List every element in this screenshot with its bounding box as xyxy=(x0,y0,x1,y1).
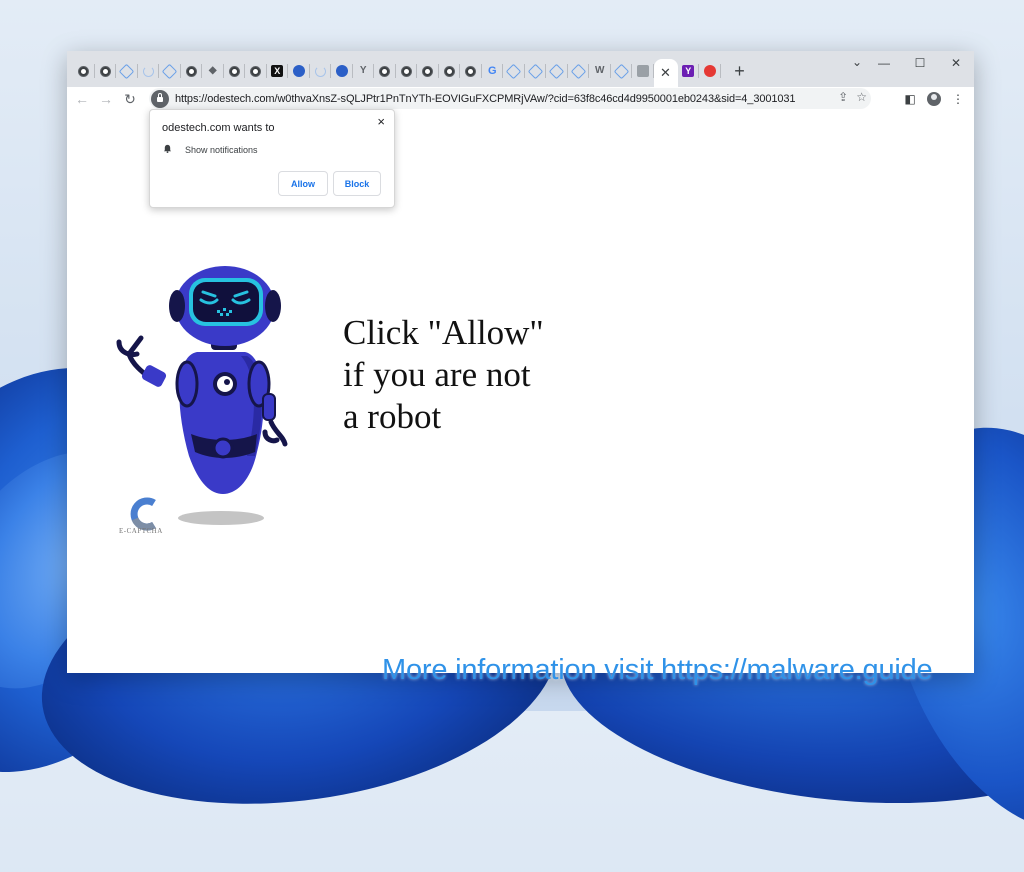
browser-tab[interactable] xyxy=(224,59,246,83)
address-bar[interactable]: https://odestech.com/w0thvaXnsZ-sQLJPtr1… xyxy=(149,88,871,109)
profile-avatar[interactable] xyxy=(926,91,942,107)
permission-text: Show notifications xyxy=(185,145,258,155)
side-panel-icon[interactable]: ◧ xyxy=(902,91,918,107)
bell-icon xyxy=(163,144,172,153)
headline-line: a robot xyxy=(343,397,442,436)
gray-icon xyxy=(636,65,649,77)
robot-shadow xyxy=(178,511,264,525)
outline-icon xyxy=(527,63,544,79)
outline-icon xyxy=(548,63,565,79)
browser-tab[interactable] xyxy=(138,59,160,83)
globe-icon xyxy=(400,65,412,77)
gem-icon: ◆ xyxy=(208,65,217,76)
browser-tab[interactable] xyxy=(699,59,721,83)
back-button[interactable]: ← xyxy=(70,87,94,111)
allow-button[interactable]: Allow xyxy=(278,171,328,196)
browser-tab[interactable] xyxy=(439,59,461,83)
globe-icon xyxy=(228,65,240,77)
browser-menu-icon[interactable]: ⋮ xyxy=(950,91,966,107)
browser-tab[interactable]: G xyxy=(482,59,504,83)
wordpress-icon: W xyxy=(595,65,605,76)
tab-search-icon[interactable]: ⌄ xyxy=(852,55,862,69)
outline-icon xyxy=(161,63,178,79)
browser-tab[interactable]: Y xyxy=(678,59,700,83)
browser-tab[interactable]: Y xyxy=(353,59,375,83)
url-text[interactable]: https://odestech.com/w0thvaXnsZ-sQLJPtr1… xyxy=(175,93,796,105)
spinner-icon xyxy=(314,65,326,77)
browser-tab[interactable]: ◆ xyxy=(202,59,224,83)
browser-tab[interactable]: W xyxy=(589,59,611,83)
browser-tab[interactable] xyxy=(632,59,654,83)
browser-window: ◆ X Y G W ✕ Y + ⌄ — ☐ ✕ ← → ↻ https://odestech.… xyxy=(67,51,974,673)
new-tab-button[interactable]: + xyxy=(727,59,753,83)
globe-icon xyxy=(185,65,197,77)
red-icon xyxy=(703,65,716,77)
omnibox-actions: ⇪ ☆ xyxy=(838,90,867,104)
bookmark-star-icon[interactable]: ☆ xyxy=(856,90,867,104)
browser-tab[interactable] xyxy=(331,59,353,83)
browser-tab[interactable] xyxy=(310,59,332,83)
close-window-button[interactable]: ✕ xyxy=(938,51,974,75)
maximize-button[interactable]: ☐ xyxy=(902,51,938,75)
lock-icon[interactable] xyxy=(151,89,169,108)
minimize-button[interactable]: — xyxy=(866,51,902,75)
watermark-text: More information visit https://malware.g… xyxy=(382,654,933,686)
robot-check-headline: Click "Allow" if you are not a robot xyxy=(343,312,603,438)
globe-icon xyxy=(250,65,262,77)
reload-button[interactable]: ↻ xyxy=(118,87,142,111)
blue-icon xyxy=(292,65,305,77)
tab-list: ◆ X Y G W ✕ Y + xyxy=(73,59,753,87)
browser-tab[interactable] xyxy=(245,59,267,83)
captcha-label: E-CAPTCHA xyxy=(119,527,163,535)
browser-tab[interactable] xyxy=(611,59,633,83)
browser-tab[interactable] xyxy=(568,59,590,83)
y-icon: Y xyxy=(359,65,367,76)
globe-icon xyxy=(443,65,455,77)
blue-icon xyxy=(335,65,348,77)
browser-tab[interactable] xyxy=(159,59,181,83)
outline-icon xyxy=(118,63,135,79)
toolbar-actions: ◧ ⋮ xyxy=(902,87,966,111)
purple-icon: Y xyxy=(682,65,695,77)
browser-tab[interactable] xyxy=(374,59,396,83)
globe-icon xyxy=(422,65,434,77)
x-icon: X xyxy=(271,65,284,77)
active-tab[interactable]: ✕ xyxy=(653,59,678,87)
globe-icon xyxy=(99,65,111,77)
popup-title: odestech.com wants to xyxy=(162,122,275,134)
browser-tab[interactable] xyxy=(181,59,203,83)
globe-icon xyxy=(465,65,477,77)
outline-icon xyxy=(505,63,522,79)
share-icon[interactable]: ⇪ xyxy=(838,90,848,104)
browser-tab[interactable] xyxy=(396,59,418,83)
browser-tab[interactable] xyxy=(460,59,482,83)
globe-icon xyxy=(379,65,391,77)
window-controls: — ☐ ✕ xyxy=(866,51,974,75)
popup-close-button[interactable]: × xyxy=(377,114,385,129)
notification-permission-popup: odestech.com wants to × Show notificatio… xyxy=(149,109,395,208)
headline-line: if you are not xyxy=(343,355,531,394)
browser-tab[interactable] xyxy=(288,59,310,83)
outline-icon xyxy=(613,63,630,79)
browser-tab[interactable] xyxy=(116,59,138,83)
forward-button[interactable]: → xyxy=(94,87,118,111)
browser-tab[interactable] xyxy=(73,59,95,83)
spinner-icon xyxy=(142,65,154,77)
browser-tab[interactable] xyxy=(503,59,525,83)
browser-tab[interactable] xyxy=(525,59,547,83)
browser-tab[interactable] xyxy=(95,59,117,83)
profile-icon xyxy=(927,92,941,106)
browser-tab[interactable]: X xyxy=(267,59,289,83)
browser-tab[interactable] xyxy=(546,59,568,83)
tab-strip: ◆ X Y G W ✕ Y + ⌄ — ☐ ✕ xyxy=(67,51,974,87)
browser-tab[interactable] xyxy=(417,59,439,83)
block-button[interactable]: Block xyxy=(333,171,381,196)
close-tab-icon[interactable]: ✕ xyxy=(660,65,671,81)
headline-line: Click "Allow" xyxy=(343,313,544,352)
outline-icon xyxy=(570,63,587,79)
globe-icon xyxy=(78,65,90,77)
google-icon: G xyxy=(487,64,497,77)
